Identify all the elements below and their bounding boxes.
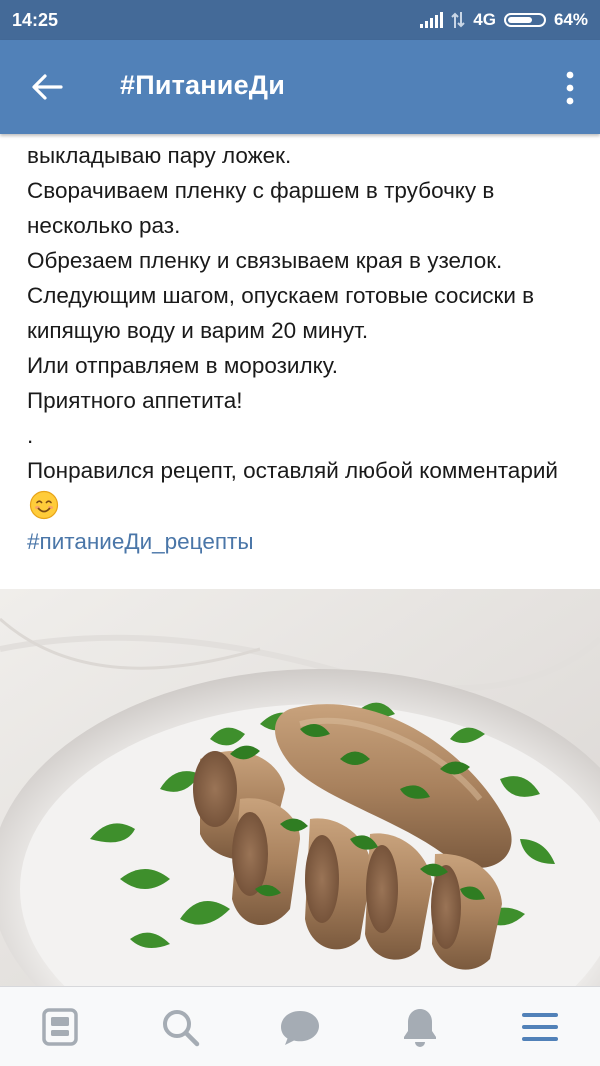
smiling-face-emoji: [29, 490, 59, 520]
battery-icon: [503, 13, 546, 27]
notifications-icon[interactable]: [398, 1005, 442, 1049]
post-line: Сворачиваем пленку с фаршем в трубочку в…: [27, 178, 495, 238]
menu-icon[interactable]: [518, 1005, 562, 1049]
mobile-data-icon: [451, 12, 465, 28]
status-indicators: 4G 64%: [420, 10, 588, 30]
page-title: #ПитаниеДи: [120, 70, 286, 100]
status-bar: 14:25 4G 64%: [0, 0, 600, 40]
sausages-with-parsley-photo: [0, 589, 600, 986]
post-line: Приятного аппетита!: [27, 388, 243, 413]
post-line: Обрезаем пленку и связываем края в узело…: [27, 248, 503, 273]
post-line: Понравился рецепт, оставляй любой коммен…: [27, 458, 558, 483]
post-content[interactable]: выкладываю пару ложек. Сворачиваем пленк…: [0, 134, 600, 986]
post-photo[interactable]: [0, 589, 600, 986]
bottom-nav: [0, 986, 600, 1066]
back-arrow-icon[interactable]: [30, 70, 64, 104]
search-icon[interactable]: [158, 1005, 202, 1049]
post-line: Следующим шагом, опускаем готовые сосиск…: [27, 283, 535, 343]
status-time: 14:25: [12, 10, 59, 30]
hashtag-link[interactable]: #питаниеДи_рецепты: [27, 524, 587, 559]
post-line: .: [27, 423, 34, 448]
post-line: выкладываю пару ложек.: [27, 143, 292, 168]
more-vertical-icon[interactable]: [564, 70, 576, 106]
post-line: Или отправляем в морозилку.: [27, 353, 338, 378]
network-type: 4G: [473, 10, 496, 29]
app-bar: #ПитаниеДи: [0, 40, 600, 134]
signal-icon: [420, 12, 444, 28]
post-line-last: Понравился рецепт, оставляй любой коммен…: [27, 453, 587, 523]
battery-percent: 64%: [553, 10, 588, 29]
post-text: выкладываю пару ложек. Сворачиваем пленк…: [27, 138, 587, 559]
messages-icon[interactable]: [278, 1005, 322, 1049]
news-feed-icon[interactable]: [38, 1005, 82, 1049]
